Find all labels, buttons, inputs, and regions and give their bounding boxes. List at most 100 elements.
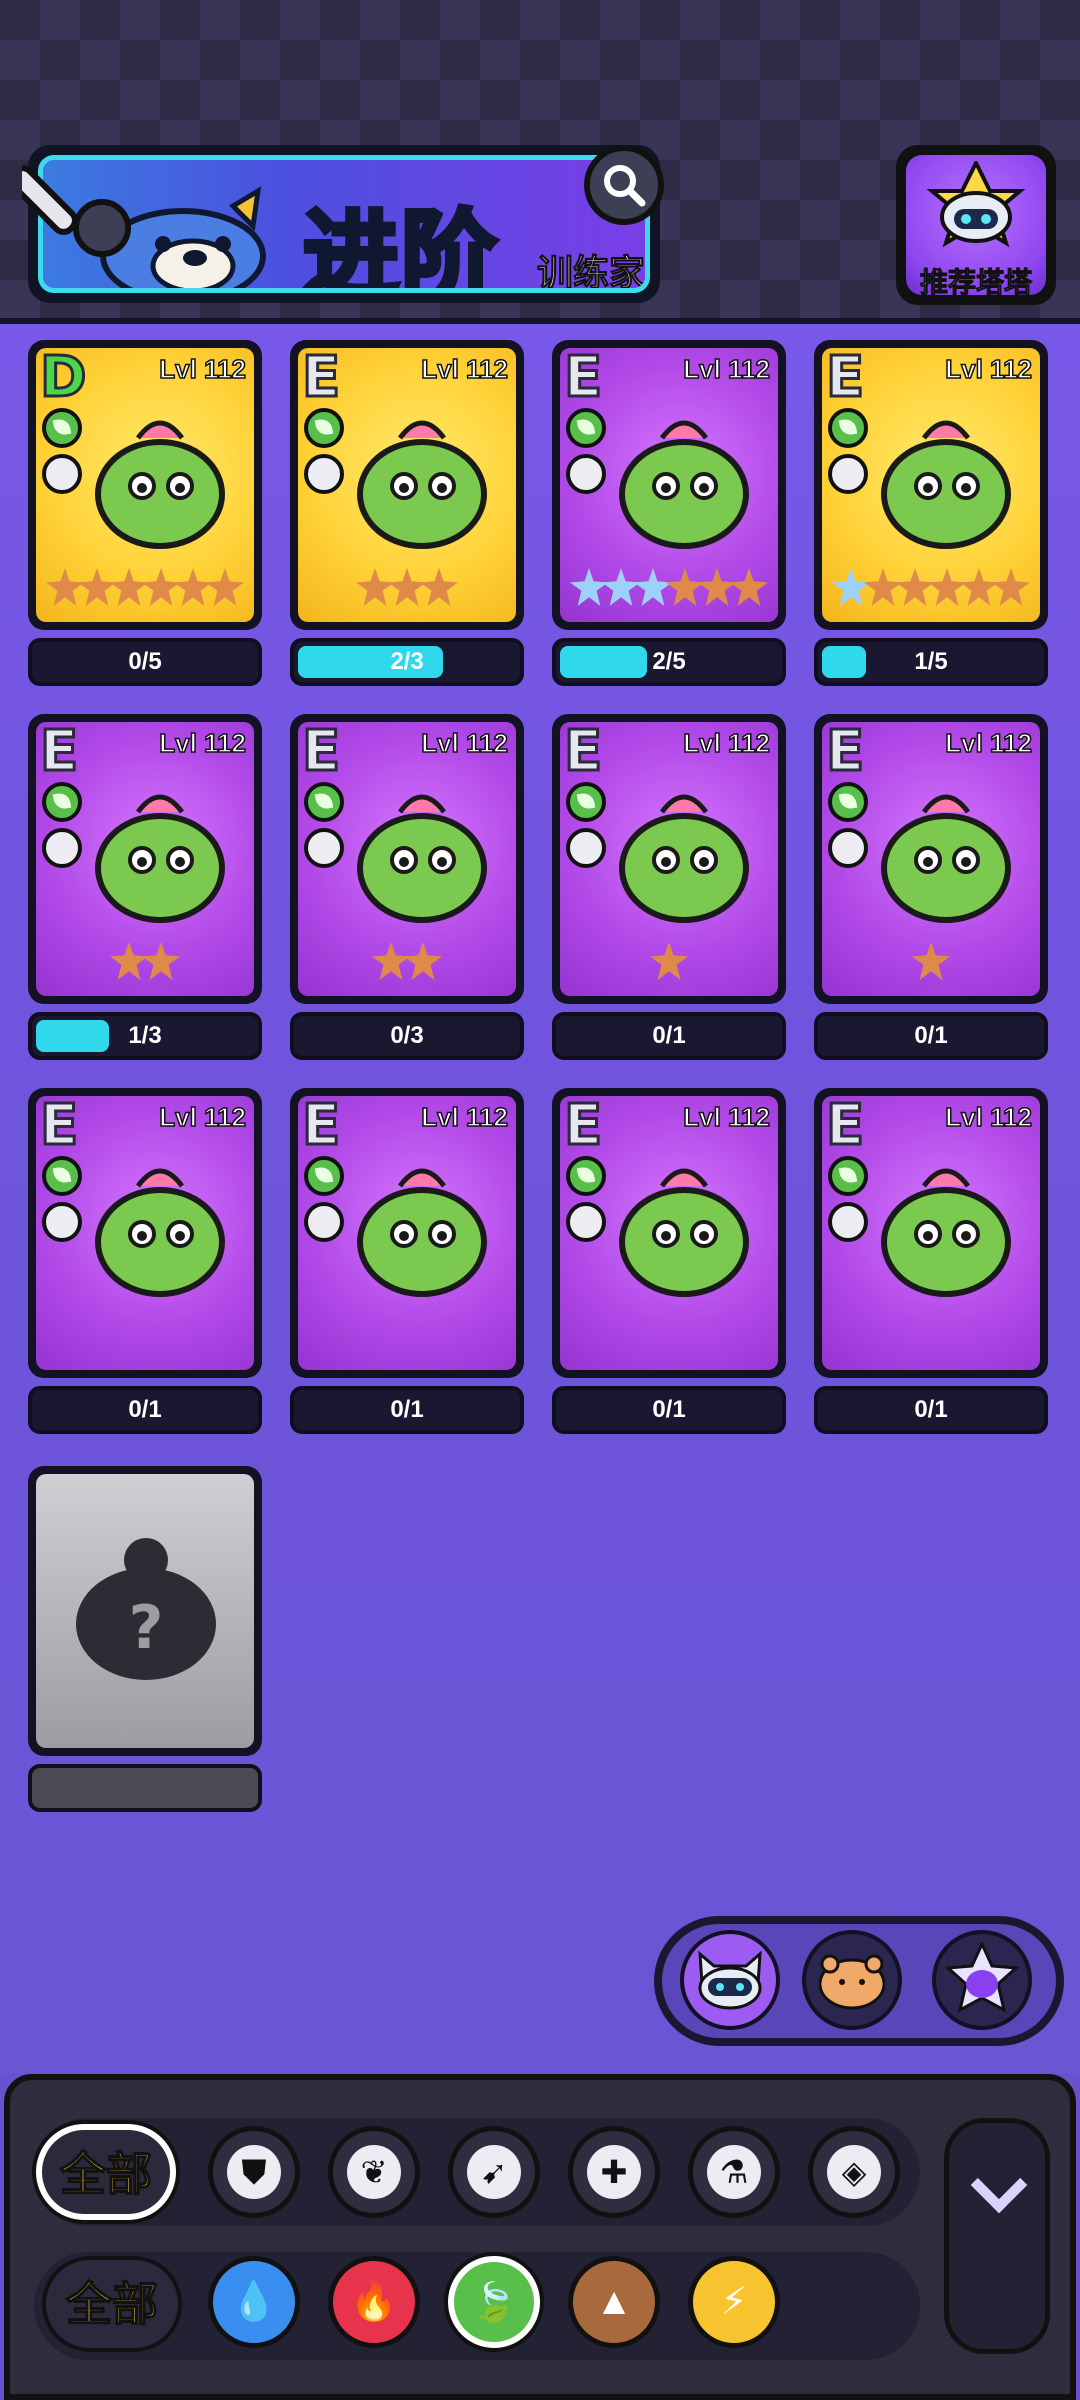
- creature-portrait: [881, 1168, 1011, 1297]
- star-icon-orange: [730, 568, 768, 606]
- pet-card[interactable]: E Lvl 112: [552, 1088, 786, 1378]
- pet-switch-cat-robot[interactable]: [680, 1930, 780, 2030]
- pet-card[interactable]: E Lvl 112: [814, 714, 1048, 1004]
- star-icon-orange: [864, 568, 902, 606]
- class-filter-cross[interactable]: ✚: [568, 2126, 660, 2218]
- card-grade: E: [562, 1096, 603, 1158]
- class-filter-flask[interactable]: ⚗: [688, 2126, 780, 2218]
- cat-robot-icon: [926, 161, 1026, 248]
- star-rating: [298, 942, 516, 992]
- bird-icon: ❦: [347, 2145, 401, 2199]
- pet-switcher: [654, 1916, 1064, 2046]
- cross-icon: ✚: [587, 2145, 641, 2199]
- star-icon-orange: [142, 942, 180, 980]
- element-filter-all-button[interactable]: 全部: [42, 2256, 182, 2352]
- card-level: Lvl 112: [683, 1101, 771, 1133]
- grass-element-icon: [304, 1156, 344, 1196]
- class-filter-dash[interactable]: ➹: [448, 2126, 540, 2218]
- star-rating: [822, 1316, 1040, 1366]
- element-filter-water[interactable]: 💧: [208, 2256, 300, 2348]
- star-icon-orange: [206, 568, 244, 606]
- magnifier-icon: [604, 165, 646, 207]
- page-title: 进阶: [301, 198, 500, 293]
- star-icon-orange: [46, 568, 84, 606]
- card-grade: E: [300, 348, 341, 410]
- card-progress: 0/1: [814, 1012, 1048, 1060]
- pet-card[interactable]: E Lvl 112: [290, 1088, 524, 1378]
- creature-portrait: [357, 794, 487, 923]
- star-rating: [822, 942, 1040, 992]
- pet-switch-hamster[interactable]: [802, 1930, 902, 2030]
- star-icon-orange: [404, 942, 442, 980]
- grass-element-icon: [304, 782, 344, 822]
- card-grade: E: [562, 722, 603, 784]
- element-filter-earth[interactable]: ▲: [568, 2256, 660, 2348]
- search-button[interactable]: [584, 145, 664, 225]
- hamster-icon: [818, 1954, 886, 2010]
- fire-icon: 🔥: [350, 2281, 398, 2323]
- class-filter-bird[interactable]: ❦: [328, 2126, 420, 2218]
- element-filter-fire[interactable]: 🔥: [328, 2256, 420, 2348]
- progress-label: 0/3: [390, 1022, 424, 1049]
- card-level: Lvl 112: [945, 1101, 1033, 1133]
- class-filter-all-button[interactable]: 全部: [36, 2124, 176, 2220]
- star-icon-orange: [650, 942, 688, 980]
- grass-element-icon: [304, 408, 344, 448]
- card-grade: E: [824, 348, 865, 410]
- creature-portrait: [619, 1168, 749, 1297]
- star-cat-icon: [944, 1942, 1020, 2013]
- element-filter-grass[interactable]: 🍃: [448, 2256, 540, 2348]
- flask-icon: [566, 828, 606, 868]
- star-icon-orange: [78, 568, 116, 606]
- card-grade: E: [562, 348, 603, 410]
- pet-switch-star-cat[interactable]: [932, 1930, 1032, 2030]
- pet-card[interactable]: E Lvl 112: [28, 714, 262, 1004]
- cross-icon: [566, 454, 606, 494]
- class-filter-diamond[interactable]: ◈: [808, 2126, 900, 2218]
- card-grade: D: [38, 348, 88, 410]
- pet-card[interactable]: E Lvl 112: [290, 714, 524, 1004]
- star-icon-orange: [896, 568, 934, 606]
- class-filter-shield[interactable]: ⛊: [208, 2126, 300, 2218]
- locked-card[interactable]: ?: [28, 1466, 262, 1756]
- grass-element-icon: [566, 782, 606, 822]
- pet-card[interactable]: E Lvl 112: [290, 340, 524, 630]
- creature-portrait: [881, 794, 1011, 923]
- card-progress: 0/5: [28, 638, 262, 686]
- grass-element-icon: [566, 408, 606, 448]
- star-icon-orange: [356, 568, 394, 606]
- star-rating: [298, 568, 516, 618]
- element-filter-electric[interactable]: ⚡: [688, 2256, 780, 2348]
- pet-card[interactable]: E Lvl 112: [814, 1088, 1048, 1378]
- dash-icon: ➹: [467, 2145, 521, 2199]
- pet-card[interactable]: E Lvl 112: [28, 1088, 262, 1378]
- card-level: Lvl 112: [683, 353, 771, 385]
- card-level: Lvl 112: [945, 727, 1033, 759]
- progress-label: 0/1: [652, 1396, 686, 1423]
- pet-card[interactable]: D Lvl 112: [28, 340, 262, 630]
- grass-element-icon: [828, 408, 868, 448]
- star-rating: [298, 1316, 516, 1366]
- recommend-button[interactable]: 推荐塔塔: [896, 145, 1056, 305]
- star-icon-orange: [666, 568, 704, 606]
- pet-card[interactable]: E Lvl 112: [552, 714, 786, 1004]
- card-progress: 2/5: [552, 638, 786, 686]
- star-rating: [36, 1316, 254, 1366]
- card-grade: E: [824, 722, 865, 784]
- star-icon-blue: [832, 568, 870, 606]
- grass-element-icon: [42, 1156, 82, 1196]
- progress-label: 0/1: [914, 1396, 948, 1423]
- card-progress: 1/3: [28, 1012, 262, 1060]
- card-progress: 0/1: [290, 1386, 524, 1434]
- card-grade: E: [38, 1096, 79, 1158]
- expand-filters-button[interactable]: [944, 2118, 1050, 2354]
- progress-label: 0/5: [128, 648, 162, 675]
- creature-portrait: [619, 794, 749, 923]
- star-rating: [560, 568, 778, 618]
- star-icon-orange: [992, 568, 1030, 606]
- pet-card[interactable]: E Lvl 112: [552, 340, 786, 630]
- electric-icon: ⚡: [720, 2281, 748, 2323]
- earth-icon: ▲: [595, 2281, 633, 2323]
- pet-card[interactable]: E Lvl 112: [814, 340, 1048, 630]
- progress-label: 0/1: [128, 1396, 162, 1423]
